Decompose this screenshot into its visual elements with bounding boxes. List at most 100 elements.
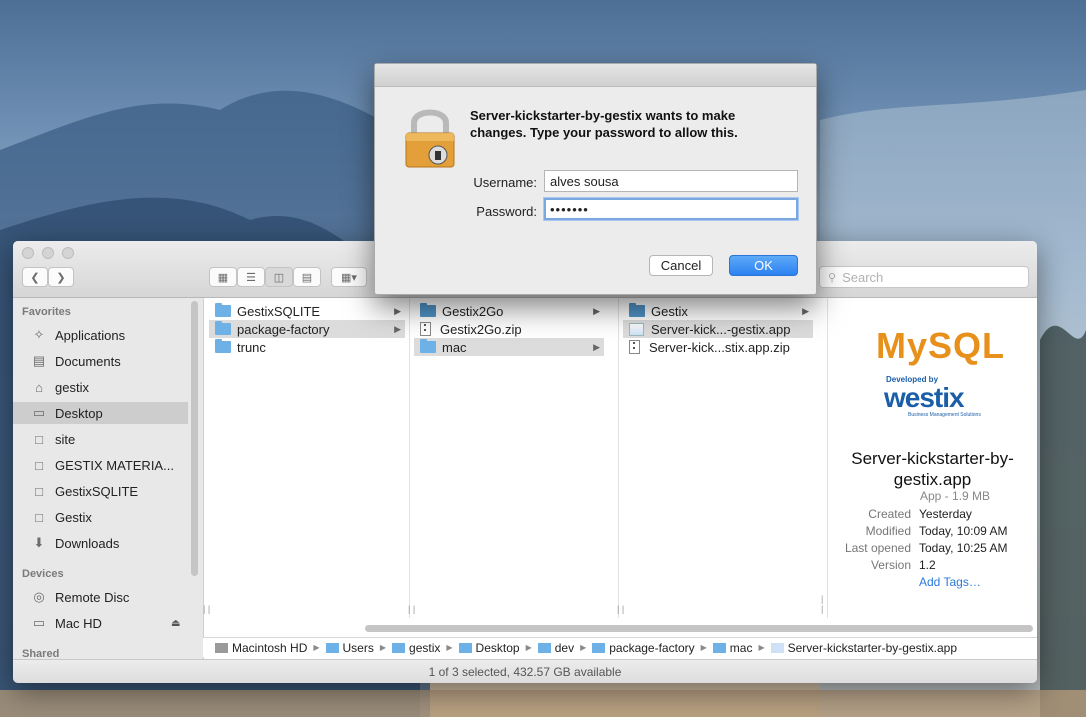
- path-segment[interactable]: Macintosh HD: [215, 641, 307, 655]
- list-item[interactable]: Server-kick...-gestix.app: [623, 320, 813, 338]
- sidebar-item[interactable]: ▭ Desktop: [13, 402, 188, 424]
- coverflow-icon: ▤: [301, 271, 313, 284]
- icon-view-button[interactable]: ▦: [209, 267, 237, 287]
- path-segment[interactable]: Server-kickstarter-by-gestix.app: [770, 641, 957, 655]
- coverflow-view-button[interactable]: ▤: [293, 267, 321, 287]
- eject-icon[interactable]: ⏏: [171, 618, 180, 629]
- column-resize-handle[interactable]: | |: [821, 594, 827, 614]
- list-item[interactable]: GestixSQLITE ▶: [209, 302, 405, 320]
- column-resize-handle[interactable]: | |: [617, 604, 624, 614]
- horizontal-scrollbar[interactable]: [365, 625, 1033, 632]
- sidebar-item[interactable]: ⌂ gestix: [13, 376, 188, 398]
- chevron-left-icon: ❮: [30, 271, 40, 284]
- path-separator-icon: ▶: [580, 643, 587, 652]
- password-field[interactable]: •••••••: [544, 198, 798, 220]
- path-segment[interactable]: package-factory: [592, 640, 695, 655]
- path-segment[interactable]: mac: [712, 641, 752, 655]
- folder-icon: [629, 303, 645, 317]
- zoom-window-button[interactable]: [62, 247, 74, 259]
- folder-icon: [392, 642, 406, 653]
- path-segment[interactable]: Users: [325, 641, 374, 655]
- sidebar-item[interactable]: □ Gestix: [13, 506, 188, 528]
- finder-window: ❮ ❯ ▦ ☰ ◫ ▤ ▦▾ ⚲ Search Favorites ✧ Appli…: [13, 241, 1037, 683]
- path-segment-label: Desktop: [475, 640, 520, 655]
- preview-filename: Server-kickstarter-by-gestix.app: [851, 449, 1014, 489]
- sidebar-item[interactable]: ▤ Documents: [13, 350, 188, 372]
- list-item[interactable]: Gestix ▶: [623, 302, 813, 320]
- list-item-label: Server-kick...-gestix.app: [651, 321, 791, 337]
- back-button[interactable]: ❮: [22, 267, 48, 287]
- folder-icon: [537, 642, 551, 653]
- sidebar-scrollbar[interactable]: [191, 301, 198, 576]
- column-view-button[interactable]: ◫: [265, 267, 293, 287]
- list-item[interactable]: mac ▶: [414, 338, 604, 356]
- status-bar: 1 of 3 selected, 432.57 GB available: [13, 659, 1037, 683]
- zip-file-icon: [420, 322, 431, 336]
- sidebar-item-label: GestixSQLITE: [55, 483, 139, 499]
- forward-button[interactable]: ❯: [48, 267, 74, 287]
- arrange-icon: ▦▾: [341, 271, 357, 284]
- dialog-message: Server-kickstarter-by-gestix wants to ma…: [470, 108, 738, 140]
- folder-icon: [215, 339, 231, 353]
- list-item-label: package-factory: [237, 321, 330, 337]
- folder-icon: □: [35, 431, 43, 447]
- path-segment[interactable]: dev: [537, 640, 575, 655]
- sidebar-item-label: site: [55, 431, 76, 447]
- column-resize-handle[interactable]: | |: [408, 604, 415, 614]
- path-bar: Macintosh HD ▶ Users ▶ gestix ▶ Desktop ▶ dev ▶ pa…: [203, 637, 1037, 657]
- harddisk-icon: ▭: [32, 615, 46, 630]
- desktop-icon: ▭: [32, 405, 46, 420]
- sidebar-item-label: Remote Disc: [55, 589, 130, 605]
- meta-value: 1.2: [919, 558, 936, 572]
- column-resize-handle[interactable]: | |: [203, 604, 210, 614]
- sidebar-item[interactable]: ▭ Mac HD ⏏: [13, 612, 188, 634]
- list-item[interactable]: Gestix2Go.zip: [414, 320, 604, 338]
- sidebar-item[interactable]: □ GESTIX MATERIA...: [13, 454, 188, 476]
- list-view-button[interactable]: ☰: [237, 267, 265, 287]
- mysql-logo: MySQL: [876, 325, 1006, 366]
- zip-file-icon: [629, 340, 640, 354]
- meta-key: Version: [870, 558, 911, 572]
- list-item[interactable]: Gestix2Go ▶: [414, 302, 604, 320]
- add-tags-link[interactable]: Add Tags…: [919, 575, 981, 589]
- meta-key: Modified: [865, 524, 911, 538]
- path-segment-label: gestix: [409, 640, 441, 655]
- path-separator-icon: ▶: [446, 643, 453, 652]
- path-segment-label: package-factory: [609, 640, 695, 655]
- home-icon: ⌂: [35, 379, 43, 395]
- list-item[interactable]: package-factory ▶: [209, 320, 405, 338]
- sidebar-item[interactable]: ⬇ Downloads: [13, 532, 188, 554]
- arrange-button[interactable]: ▦▾: [331, 267, 367, 287]
- path-segment[interactable]: gestix: [392, 641, 440, 655]
- cancel-button[interactable]: Cancel: [649, 255, 713, 276]
- favorites-header: Favorites: [22, 306, 71, 318]
- username-field[interactable]: alves sousa: [544, 170, 798, 192]
- list-item-label: Gestix2Go.zip: [440, 321, 522, 337]
- path-segment[interactable]: Desktop: [458, 640, 520, 655]
- preview-kind: App - 1.9 MB: [920, 489, 991, 503]
- disclosure-arrow-icon: ▶: [593, 341, 600, 352]
- minimize-window-button[interactable]: [42, 247, 54, 259]
- folder-icon: [420, 339, 436, 353]
- columns-icon: ◫: [273, 271, 285, 284]
- search-field[interactable]: ⚲ Search: [819, 266, 1029, 288]
- folder-icon: □: [35, 457, 43, 473]
- chevron-right-icon: ❯: [56, 271, 66, 284]
- list-item[interactable]: trunc: [209, 338, 405, 356]
- sidebar-item-label: Mac HD: [55, 615, 102, 631]
- downloads-icon: ⬇: [33, 535, 45, 550]
- sidebar-item[interactable]: □ GestixSQLITE: [13, 480, 188, 502]
- disclosure-arrow-icon: ▶: [593, 305, 600, 316]
- sidebar-item[interactable]: □ site: [13, 428, 188, 450]
- path-segment-label: Macintosh HD: [232, 640, 308, 655]
- password-label: Password:: [476, 204, 537, 219]
- sidebar-item[interactable]: ◎ Remote Disc: [13, 586, 188, 608]
- column-3: | | | | Gestix ▶ Server-kick...-gestix.app…: [617, 298, 828, 618]
- sidebar-item-label: Downloads: [55, 535, 120, 551]
- path-separator-icon: ▶: [700, 643, 707, 652]
- close-window-button[interactable]: [22, 247, 34, 259]
- path-segment-label: dev: [554, 640, 575, 655]
- sidebar-item[interactable]: ✧ Applications: [13, 324, 188, 346]
- ok-button[interactable]: OK: [729, 255, 798, 276]
- list-item[interactable]: Server-kick...stix.app.zip: [623, 338, 813, 356]
